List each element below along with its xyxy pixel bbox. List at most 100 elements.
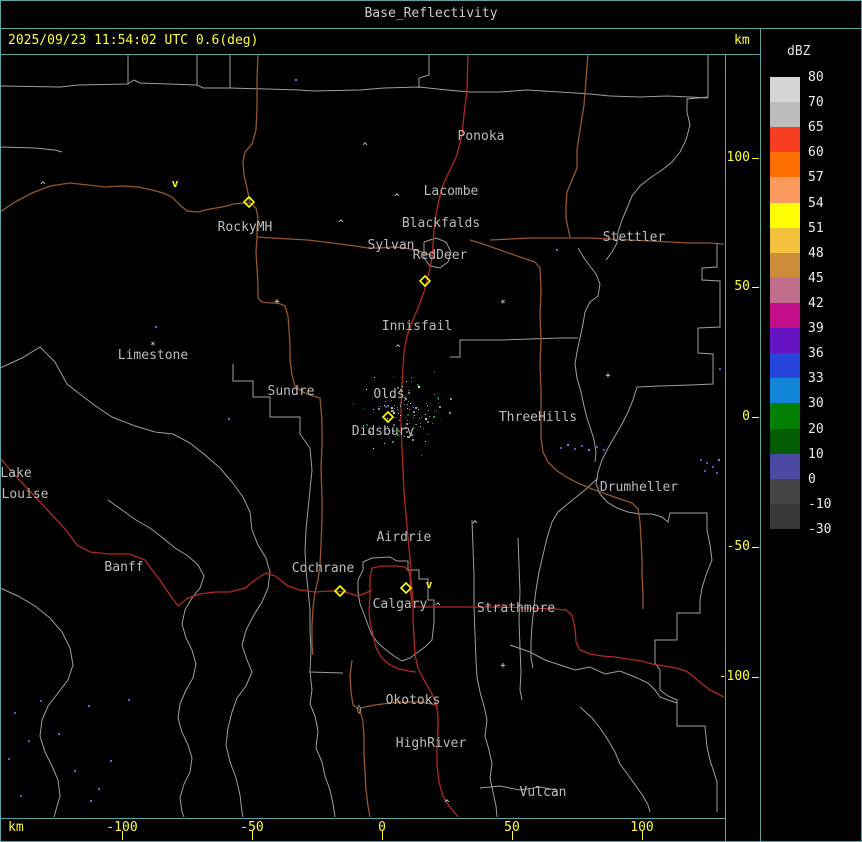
radar-echo-pixel xyxy=(418,386,420,388)
colorbar-block xyxy=(770,353,800,379)
radar-echo-pixel xyxy=(719,368,721,370)
window-title: Base_Reflectivity xyxy=(0,6,862,21)
radar-echo-pixel xyxy=(387,418,388,419)
colorbar-block xyxy=(770,102,800,128)
radar-site-diamond-icon xyxy=(401,583,411,593)
right-axis-unit-label: km xyxy=(734,33,750,48)
map-right-border xyxy=(725,54,726,842)
colorbar-value-label: 48 xyxy=(808,246,824,261)
radar-echo-pixel xyxy=(407,414,409,416)
map-line xyxy=(243,55,258,203)
right-axis-tick-label: -50 xyxy=(718,539,750,554)
colorbar-value-label: 54 xyxy=(808,196,824,211)
radar-echo-pixel xyxy=(581,445,583,447)
radar-echo-pixel xyxy=(427,421,429,423)
radar-echo-pixel xyxy=(28,740,30,742)
radar-echo-pixel xyxy=(384,405,385,406)
right-axis-tick xyxy=(752,287,759,288)
point-marker-icon: ^ xyxy=(338,219,344,229)
colorbar-block xyxy=(770,303,800,329)
map-line xyxy=(596,387,717,812)
radar-echo-pixel xyxy=(155,326,157,328)
radar-echo-pixel xyxy=(404,404,405,405)
radar-viewer-window: Base_Reflectivity 2025/09/23 11:54:02 UT… xyxy=(0,0,862,842)
bottom-axis-tick xyxy=(512,831,513,840)
radar-echo-pixel xyxy=(411,381,412,382)
point-marker-icon: ^ xyxy=(362,142,368,152)
radar-echo-pixel xyxy=(704,470,706,472)
colorbar-block xyxy=(770,403,800,429)
radar-echo-pixel xyxy=(407,408,408,409)
radar-echo-pixel xyxy=(88,705,90,707)
radar-echo-pixel xyxy=(407,404,408,405)
map-line xyxy=(531,478,598,668)
radar-site-diamond-icon xyxy=(420,276,430,286)
right-axis-tick-label: 0 xyxy=(718,409,750,424)
right-axis-tick-label: 50 xyxy=(718,279,750,294)
city-label: Vulcan xyxy=(520,785,567,800)
radar-echo-pixel xyxy=(436,410,437,411)
point-marker-icon: ^ xyxy=(472,520,478,530)
radar-echo-pixel xyxy=(449,412,451,414)
radar-echo-pixel xyxy=(295,79,297,81)
city-label: HighRiver xyxy=(396,736,467,751)
colorbar-value-label: 45 xyxy=(808,271,824,286)
radar-echo-pixel xyxy=(110,760,112,762)
radar-echo-pixel xyxy=(596,446,598,448)
colorbar-block xyxy=(770,152,800,178)
map-line xyxy=(518,538,522,700)
radar-echo-pixel xyxy=(706,462,708,464)
radar-echo-pixel xyxy=(397,409,398,410)
city-label: Innisfail xyxy=(382,319,452,334)
colorbar-value-label: 70 xyxy=(808,95,824,110)
radar-echo-pixel xyxy=(418,409,419,410)
city-label: Strathmore xyxy=(477,601,555,616)
radar-map-canvas[interactable]: vv^^^^^^^^**+++◊PonokaLacombeBlackfaldsS… xyxy=(1,55,725,817)
map-line xyxy=(1,458,372,606)
radar-echo-pixel xyxy=(398,413,399,414)
radar-site-diamond-icon xyxy=(383,412,393,422)
radar-echo-pixel xyxy=(412,406,413,407)
right-axis-tick xyxy=(752,677,759,678)
radar-echo-pixel xyxy=(353,404,354,405)
point-marker-icon: + xyxy=(500,661,506,671)
radar-echo-pixel xyxy=(364,408,365,409)
radar-echo-pixel xyxy=(380,406,381,407)
radar-echo-pixel xyxy=(14,712,16,714)
radar-echo-pixel xyxy=(434,411,435,412)
radar-echo-pixel xyxy=(433,416,435,418)
radar-echo-pixel xyxy=(428,434,429,435)
radar-echo-pixel xyxy=(441,420,442,421)
colorbar-unit-label: dBZ xyxy=(787,44,810,59)
radar-echo-pixel xyxy=(415,407,417,409)
radar-echo-pixel xyxy=(408,392,410,394)
radar-echo-pixel xyxy=(417,407,418,408)
radar-echo-pixel xyxy=(405,417,406,418)
city-label: RedDeer xyxy=(413,248,468,263)
radar-echo-pixel xyxy=(400,415,401,416)
colorbar-block xyxy=(770,328,800,354)
outer-border-top xyxy=(0,0,862,1)
colorbar-block xyxy=(770,203,800,229)
radar-echo-pixel xyxy=(384,443,385,444)
right-axis-tick xyxy=(752,417,759,418)
city-label: Cochrane xyxy=(292,561,355,576)
radar-echo-pixel xyxy=(421,417,422,418)
scan-timestamp: 2025/09/23 11:54:02 UTC 0.6(deg) xyxy=(8,33,258,48)
point-marker-icon: ^ xyxy=(394,193,400,203)
radar-echo-pixel xyxy=(74,770,76,772)
city-label: ThreeHills xyxy=(499,410,577,425)
radar-echo-pixel xyxy=(560,447,562,449)
v-marker-icon: v xyxy=(426,578,433,591)
radar-echo-pixel xyxy=(434,394,435,395)
point-marker-icon: + xyxy=(274,297,280,307)
radar-echo-pixel xyxy=(574,448,576,450)
radar-echo-pixel xyxy=(434,372,435,373)
outer-border-left xyxy=(0,0,1,842)
radar-echo-pixel xyxy=(409,409,410,410)
radar-echo-pixel xyxy=(423,428,424,429)
radar-echo-pixel xyxy=(408,390,409,391)
map-line xyxy=(580,707,650,812)
radar-echo-pixel xyxy=(415,424,416,425)
radar-echo-pixel xyxy=(438,403,439,404)
